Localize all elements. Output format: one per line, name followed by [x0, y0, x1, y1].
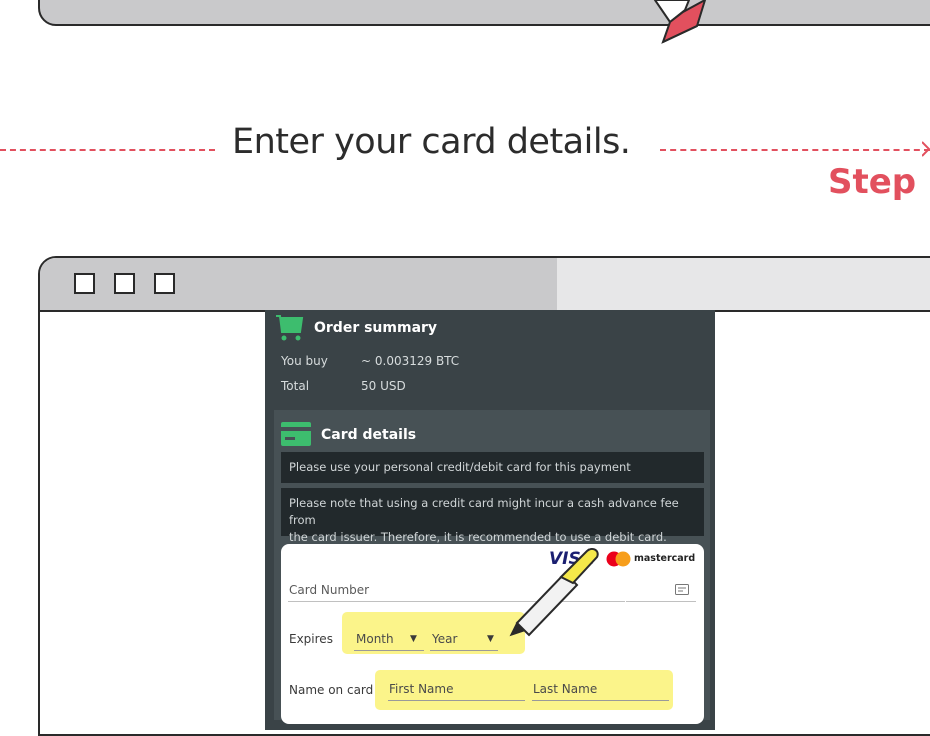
address-bar[interactable]	[557, 258, 930, 310]
marker-pen-icon	[653, 0, 707, 44]
card-scan-icon[interactable]	[675, 584, 689, 595]
browser-window-previous	[38, 0, 930, 26]
year-select[interactable]: Year	[432, 632, 457, 646]
year-chevron-down-icon[interactable]: ▼	[487, 634, 494, 644]
window-button-1[interactable]	[74, 273, 95, 294]
credit-fee-notice: Please note that using a credit card mig…	[281, 488, 704, 544]
last-name-input[interactable]: Last Name	[533, 682, 597, 696]
you-buy-value: ~ 0.003129 BTC	[361, 354, 460, 368]
step-heading: Enter your card details.	[232, 122, 631, 162]
mastercard-logo-icon	[606, 551, 631, 567]
card-number-underline-right	[626, 601, 696, 602]
card-details-title: Card details	[321, 427, 417, 443]
total-label: Total	[281, 379, 310, 393]
window-button-3[interactable]	[154, 273, 175, 294]
arrow-right-icon	[922, 141, 930, 157]
credit-fee-notice-line1: Please note that using a credit card mig…	[289, 496, 679, 527]
credit-card-icon	[281, 422, 311, 446]
cart-icon	[276, 315, 304, 341]
expires-label: Expires	[289, 632, 333, 646]
highlighter-pen-icon	[509, 547, 599, 637]
title-bar	[40, 258, 930, 312]
dashed-divider-left	[0, 149, 215, 151]
dashed-divider-right	[660, 149, 930, 151]
month-chevron-down-icon[interactable]: ▼	[410, 634, 417, 644]
personal-card-notice-text: Please use your personal credit/debit ca…	[289, 460, 631, 474]
step-label: Step	[828, 162, 917, 202]
order-summary-title: Order summary	[314, 320, 438, 336]
you-buy-label: You buy	[281, 354, 328, 368]
card-number-input[interactable]: Card Number	[289, 583, 369, 597]
year-underline	[430, 650, 498, 651]
mastercard-wordmark: mastercard	[634, 553, 696, 564]
window-button-2[interactable]	[114, 273, 135, 294]
name-on-card-label: Name on card	[289, 683, 374, 697]
month-select[interactable]: Month	[356, 632, 394, 646]
total-value: 50 USD	[361, 379, 406, 393]
month-underline	[354, 650, 424, 651]
first-name-input[interactable]: First Name	[389, 682, 453, 696]
first-name-underline	[388, 700, 525, 701]
last-name-underline	[532, 700, 669, 701]
personal-card-notice: Please use your personal credit/debit ca…	[281, 452, 704, 483]
